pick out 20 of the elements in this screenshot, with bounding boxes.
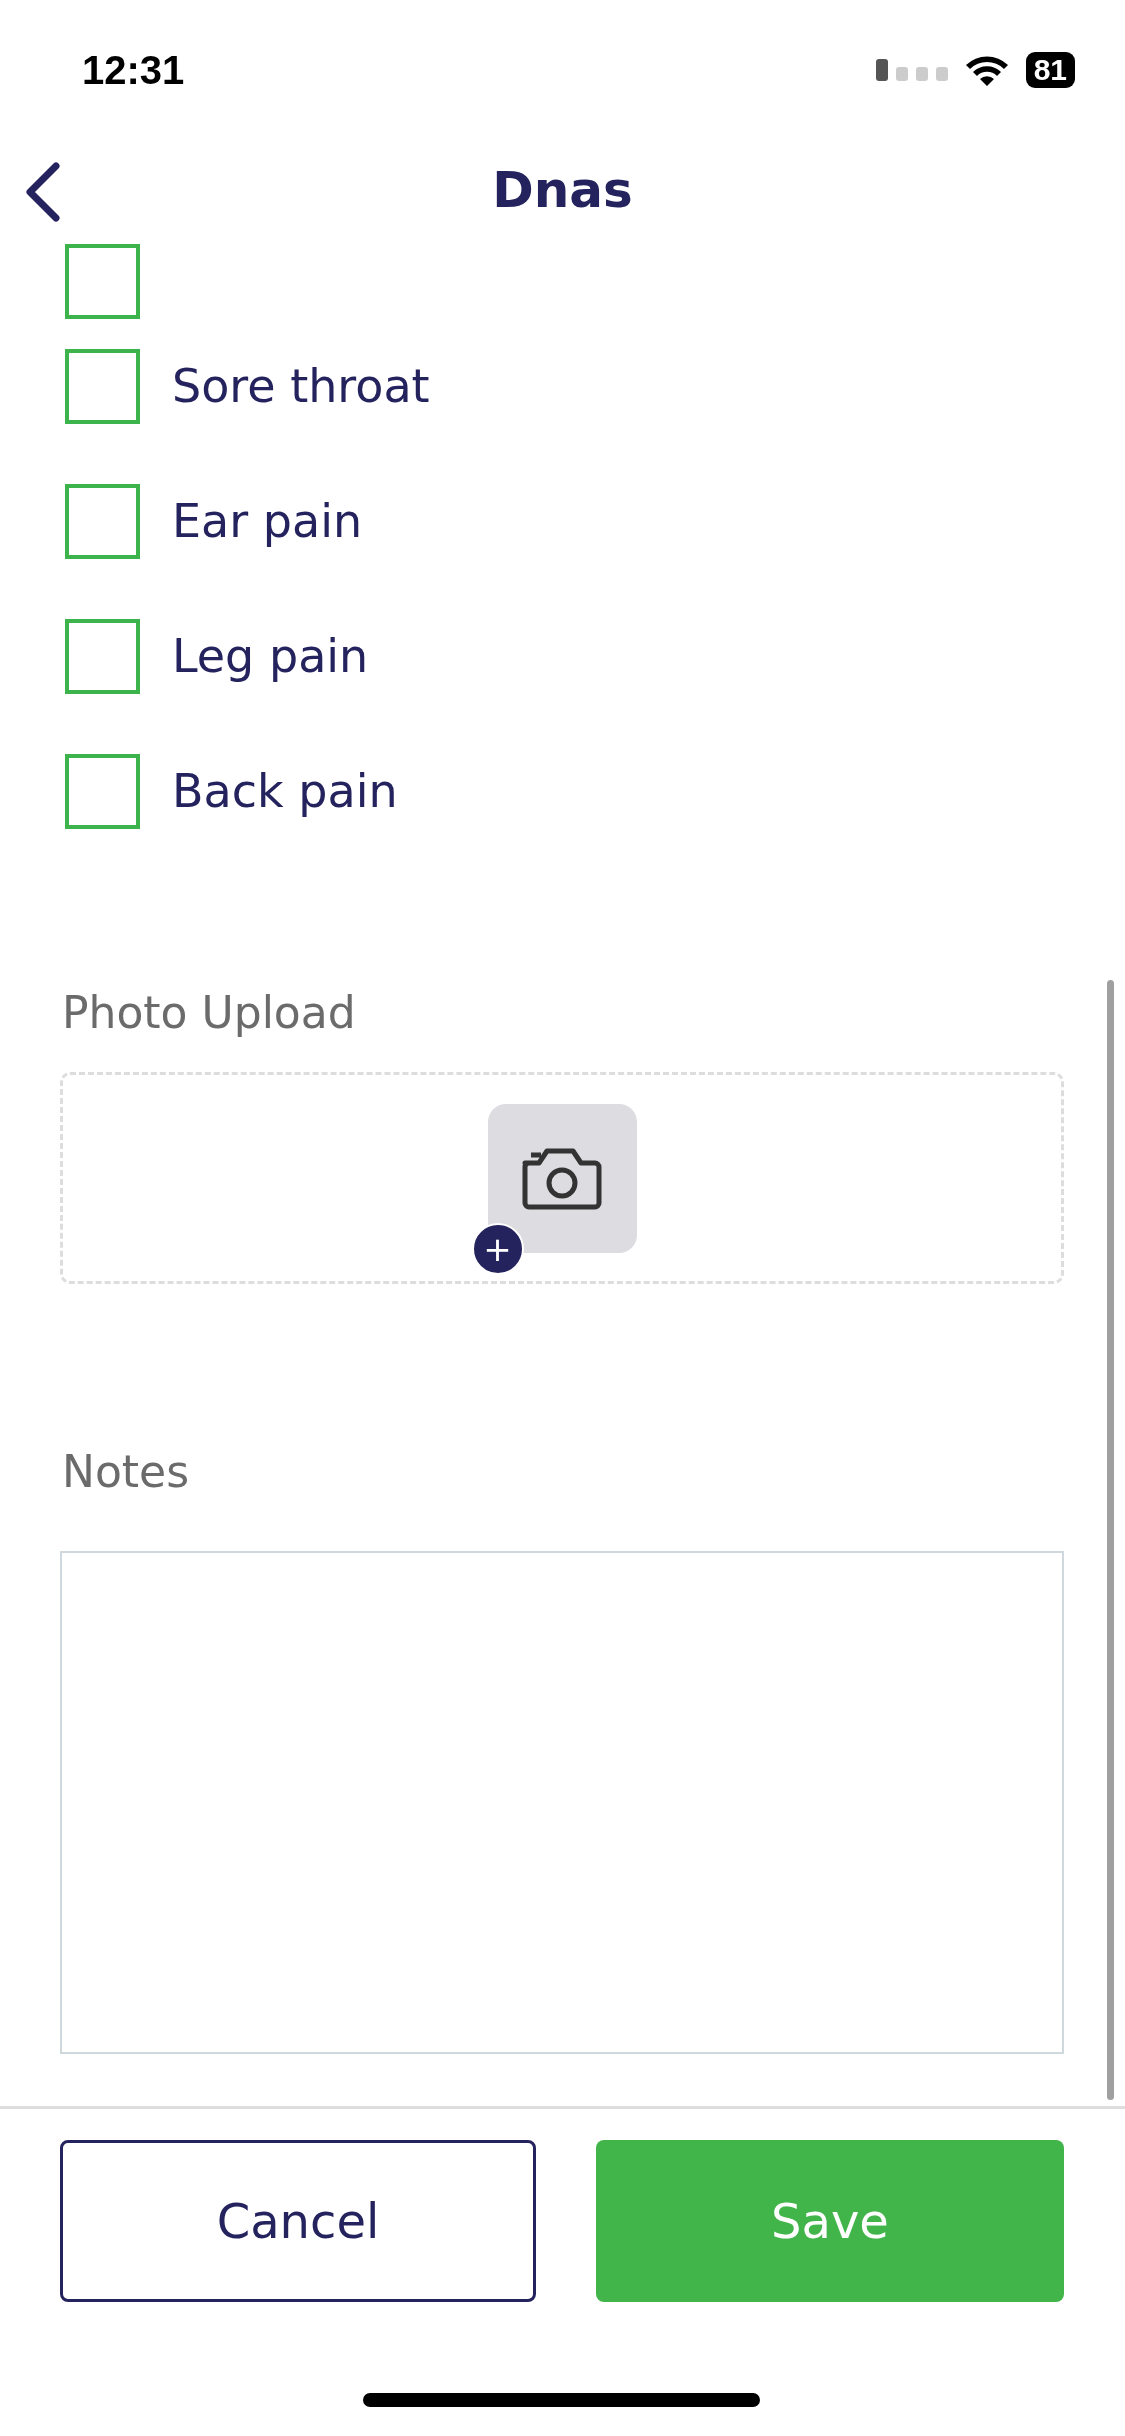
screen-title: Dnas bbox=[492, 159, 633, 221]
add-photo-button[interactable]: + bbox=[471, 1222, 524, 1275]
upload-area[interactable]: + bbox=[60, 1072, 1064, 1284]
checkbox-label[interactable]: Ear pain bbox=[172, 487, 363, 556]
field-label: Notes bbox=[61, 1445, 191, 1499]
status-time: 12:31 bbox=[82, 47, 185, 93]
checkbox[interactable] bbox=[65, 349, 140, 424]
checkbox[interactable] bbox=[65, 484, 140, 559]
cancel-button[interactable]: Cancel bbox=[60, 2140, 536, 2302]
signal-icon bbox=[875, 59, 948, 81]
checkbox[interactable] bbox=[65, 619, 140, 694]
checkbox[interactable] bbox=[65, 244, 140, 319]
checkbox[interactable] bbox=[65, 754, 140, 829]
battery-level: 81 bbox=[1025, 52, 1075, 88]
field-label: Photo Upload bbox=[61, 986, 357, 1040]
checkbox-label[interactable]: Sore throat bbox=[172, 352, 430, 421]
checkbox-label[interactable]: Leg pain bbox=[172, 622, 369, 691]
scrollbar[interactable] bbox=[1107, 980, 1114, 2100]
notes-field[interactable] bbox=[60, 1551, 1064, 2054]
checkbox-label[interactable]: Back pain bbox=[172, 757, 398, 826]
